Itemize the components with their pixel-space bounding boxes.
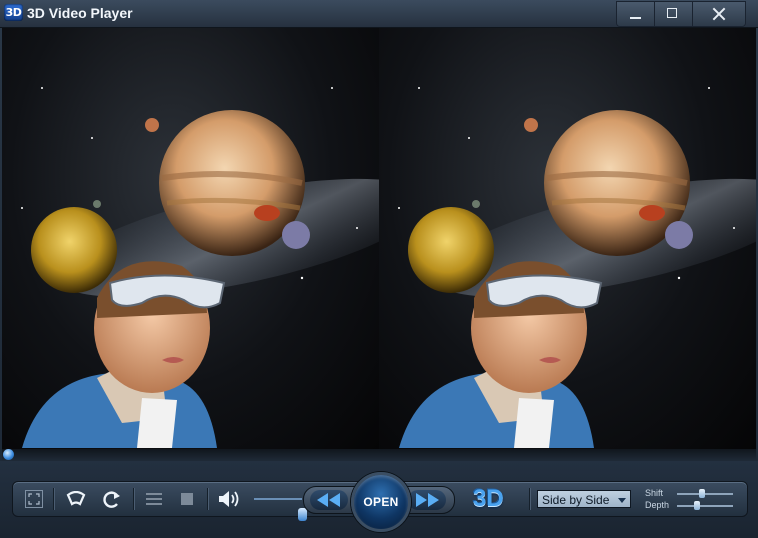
- headphones-button[interactable]: [65, 488, 87, 510]
- shift-label: Shift: [645, 488, 664, 498]
- separator: [133, 488, 135, 510]
- separator: [207, 488, 209, 510]
- video-display[interactable]: [2, 28, 756, 449]
- shift-slider-thumb[interactable]: [699, 489, 706, 498]
- depth-slider[interactable]: [677, 501, 733, 510]
- rewind-button[interactable]: [310, 490, 348, 510]
- depth-slider-thumb[interactable]: [693, 501, 700, 510]
- close-button[interactable]: [692, 2, 745, 26]
- repeat-button[interactable]: [101, 488, 123, 510]
- title-bar[interactable]: 3D 3D Video Player: [0, 0, 758, 28]
- video-right-eye: [379, 28, 756, 449]
- maximize-button[interactable]: [654, 2, 692, 26]
- seek-bar[interactable]: [2, 449, 756, 461]
- fast-forward-button[interactable]: [408, 490, 446, 510]
- close-icon: [712, 7, 726, 21]
- rewind-icon: [317, 493, 340, 507]
- app-logo-icon: 3D: [4, 4, 23, 21]
- shift-slider[interactable]: [677, 489, 733, 498]
- fast-forward-icon: [416, 493, 439, 507]
- video-left-eye: [2, 28, 379, 449]
- 3d-toggle-button[interactable]: 3D: [473, 486, 504, 512]
- display-mode-value: Side by Side: [542, 493, 610, 507]
- headphones-icon: [66, 491, 86, 506]
- fullscreen-icon: [28, 493, 40, 505]
- video-frame-left: [21, 87, 379, 448]
- open-button[interactable]: OPEN: [351, 472, 411, 532]
- chevron-down-icon: [618, 498, 626, 503]
- repeat-icon: [103, 491, 120, 508]
- app-window: 3D 3D Video Player OPEN 3D Side by Side …: [0, 0, 758, 538]
- playlist-button[interactable]: [145, 489, 163, 509]
- fullscreen-button[interactable]: [25, 490, 43, 508]
- stop-icon: [181, 493, 193, 505]
- display-mode-select[interactable]: Side by Side: [537, 490, 631, 508]
- seek-bar-thumb[interactable]: [3, 449, 14, 460]
- stop-button[interactable]: [179, 490, 195, 508]
- volume-slider[interactable]: [254, 498, 307, 521]
- volume-icon: [219, 491, 239, 507]
- window-controls: [616, 1, 746, 27]
- maximize-icon: [667, 8, 677, 18]
- control-panel: OPEN 3D Side by Side Shift Depth: [12, 472, 748, 532]
- video-frame-right: [398, 87, 756, 448]
- separator: [53, 488, 55, 510]
- separator: [529, 488, 531, 510]
- minimize-button[interactable]: [617, 2, 654, 26]
- playlist-icon: [146, 493, 162, 505]
- minimize-icon: [630, 17, 641, 19]
- depth-label: Depth: [645, 500, 670, 510]
- window-title: 3D Video Player: [27, 5, 133, 21]
- control-bar: OPEN 3D Side by Side Shift Depth: [0, 461, 758, 538]
- volume-button[interactable]: [217, 488, 241, 510]
